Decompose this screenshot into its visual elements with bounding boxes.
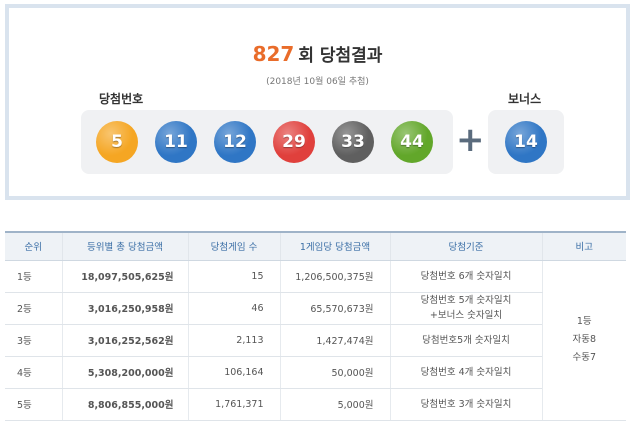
bonus-label: 보너스 xyxy=(508,92,542,106)
rank-cell: 4등 xyxy=(5,356,62,389)
criteria-line: 당첨번호 5개 숫자일치 xyxy=(420,295,512,306)
per-game-prize-cell: 50,000원 xyxy=(279,356,390,389)
title-suffix: 회 당첨결과 xyxy=(298,46,383,66)
number-ball: 11 xyxy=(155,121,197,163)
criteria-line: 당첨번호 3개 숫자일치 xyxy=(420,398,512,410)
total-prize-cell: 5,308,200,000원 xyxy=(61,356,188,389)
criteria-line: 당첨번호 4개 숫자일치 xyxy=(420,366,512,378)
round-number: 827 xyxy=(252,42,295,66)
number-ball: 33 xyxy=(332,121,374,163)
winning-result-panel: 827 회 당첨결과 (2018년 10월 06일 추첨) 당첨번호 보너스 5 … xyxy=(5,4,630,200)
note-line: 수동7 xyxy=(572,352,597,363)
column-header: 1게임당 당첨금액 xyxy=(279,231,390,261)
total-prize-cell: 3,016,252,562원 xyxy=(61,324,188,357)
per-game-prize-cell: 5,000원 xyxy=(279,388,390,421)
total-prize-cell: 8,806,855,000원 xyxy=(61,388,188,421)
criteria-line: +보너스 숫자일치 xyxy=(429,310,503,321)
table-row: 4등 5,308,200,000원 106,164 50,000원 당첨번호 4… xyxy=(5,356,626,389)
criteria-cell: 당첨번호 3개 숫자일치 xyxy=(389,388,542,421)
column-header: 등위별 총 당첨금액 xyxy=(61,231,188,261)
winner-count-cell: 15 xyxy=(187,260,280,293)
criteria-cell: 당첨번호 5개 숫자일치 +보너스 숫자일치 xyxy=(389,292,542,325)
table-row: 5등 8,806,855,000원 1,761,371 5,000원 당첨번호 … xyxy=(5,388,626,421)
table-row: 2등 3,016,250,958원 46 65,570,673원 당첨번호 5개… xyxy=(5,292,626,325)
rank-cell: 2등 xyxy=(5,292,62,325)
bonus-ball: 14 xyxy=(505,121,547,163)
winner-count-cell: 1,761,371 xyxy=(187,388,280,421)
criteria-cell: 당첨번호 6개 숫자일치 xyxy=(389,260,542,293)
per-game-prize-cell: 1,206,500,375원 xyxy=(279,260,390,293)
number-ball: 5 xyxy=(96,121,138,163)
column-header: 당첨기준 xyxy=(389,231,542,261)
total-prize-cell: 3,016,250,958원 xyxy=(61,292,188,325)
table-row: 3등 3,016,252,562원 2,113 1,427,474원 당첨번호5… xyxy=(5,324,626,357)
number-ball: 44 xyxy=(391,121,433,163)
column-header: 비고 xyxy=(541,231,626,261)
page-title: 827 회 당첨결과 xyxy=(9,41,626,66)
note-line: 자동8 xyxy=(572,334,597,345)
per-game-prize-cell: 1,427,474원 xyxy=(279,324,390,357)
number-ball: 12 xyxy=(214,121,256,163)
number-ball: 29 xyxy=(273,121,315,163)
winner-count-cell: 106,164 xyxy=(187,356,280,389)
winner-count-cell: 46 xyxy=(187,292,280,325)
criteria-cell: 당첨번호5개 숫자일치 xyxy=(389,324,542,357)
per-game-prize-cell: 65,570,673원 xyxy=(279,292,390,325)
winner-count-cell: 2,113 xyxy=(187,324,280,357)
criteria-cell: 당첨번호 4개 숫자일치 xyxy=(389,356,542,389)
plus-sign: + xyxy=(456,120,485,160)
winning-numbers-label: 당첨번호 xyxy=(99,92,144,106)
note-line: 1등 xyxy=(576,316,592,327)
column-header: 당첨게임 수 xyxy=(187,231,280,261)
bonus-number-panel: 14 xyxy=(488,110,564,174)
prize-table: 순위 등위별 총 당첨금액 당첨게임 수 1게임당 당첨금액 당첨기준 비고 1… xyxy=(5,231,626,421)
table-header-row: 순위 등위별 총 당첨금액 당첨게임 수 1게임당 당첨금액 당첨기준 비고 xyxy=(5,231,626,261)
table-row: 1등 18,097,505,625원 15 1,206,500,375원 당첨번… xyxy=(5,260,626,421)
criteria-line: 당첨번호 6개 숫자일치 xyxy=(420,270,512,282)
rank-cell: 3등 xyxy=(5,324,62,357)
note-cell: 1등 자동8 수동7 xyxy=(541,260,626,421)
total-prize-cell: 18,097,505,625원 xyxy=(61,260,188,293)
column-header: 순위 xyxy=(5,231,62,261)
rank-cell: 5등 xyxy=(5,388,62,421)
draw-date: (2018년 10월 06일 추첨) xyxy=(266,77,369,87)
rank-cell: 1등 xyxy=(5,260,62,293)
winning-numbers-panel: 5 11 12 29 33 44 xyxy=(81,110,453,174)
criteria-line: 당첨번호5개 숫자일치 xyxy=(422,334,510,346)
